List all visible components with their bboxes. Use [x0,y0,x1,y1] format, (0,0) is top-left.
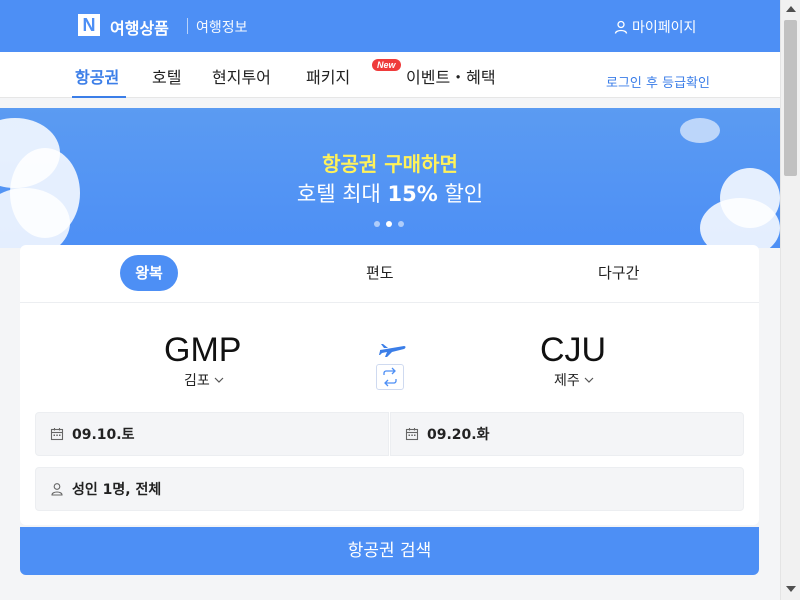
brand-title[interactable]: 여행상품 [110,15,169,39]
departure-date-field[interactable]: 09.10.토 [35,412,389,456]
departure-airport-code[interactable]: GMP [164,331,241,370]
banner-title: 항공권 구매하면 [322,152,458,176]
new-badge: New [372,59,401,71]
swap-route-button[interactable] [376,364,404,390]
carousel-dot-active[interactable] [386,221,392,227]
swap-icon [383,367,397,387]
carousel-dot[interactable] [374,221,380,227]
scroll-thumb[interactable] [784,20,797,176]
arrival-city-select[interactable]: 제주 [554,370,594,390]
login-grade-link[interactable]: 로그인 후 등급확인 [606,72,710,91]
tab-hotels[interactable]: 호텔 [152,64,181,88]
header-divider [187,18,188,34]
arrival-airport-code[interactable]: CJU [540,331,606,370]
banner-sub-highlight: 15% [387,182,438,206]
passengers-field[interactable]: 성인 1명, 전체 [35,467,744,511]
active-tab-indicator [72,96,126,98]
tab-multi-city[interactable]: 다구간 [598,262,639,283]
flight-search-card: 왕복 편도 다구간 GMP 김포 CJU 제주 09.10.토 09.20.화 … [20,245,759,525]
arrival-city-label: 제주 [554,373,580,389]
user-icon [614,20,628,34]
carousel-dots [374,221,404,227]
carousel-dot[interactable] [398,221,404,227]
naver-logo[interactable]: N [78,14,100,36]
page-scrollbar[interactable] [780,0,800,600]
flight-search-button[interactable]: 항공권 검색 [20,527,759,575]
departure-city-select[interactable]: 김포 [184,370,224,390]
cloud-decoration [680,118,720,143]
passengers-label: 성인 1명, 전체 [72,482,162,498]
return-date-label: 09.20.화 [427,427,490,443]
tab-packages[interactable]: 패키지 [306,64,350,88]
chevron-down-icon [584,377,594,383]
person-icon [51,483,63,496]
banner-sub-suffix: 할인 [437,182,484,206]
airplane-icon [379,344,406,357]
banner-subtitle: 호텔 최대 15% 할인 [0,178,780,208]
chevron-down-icon [214,377,224,383]
tab-round-trip[interactable]: 왕복 [120,255,178,291]
travel-info-link[interactable]: 여행정보 [196,17,248,37]
return-date-field[interactable]: 09.20.화 [390,412,744,456]
tab-flights[interactable]: 항공권 [75,64,119,88]
top-header: N 여행상품 여행정보 마이페이지 [0,0,780,52]
scroll-down-arrow[interactable] [786,586,796,592]
scroll-up-arrow[interactable] [786,6,796,12]
tab-local-tours[interactable]: 현지투어 [212,64,271,88]
calendar-icon [50,428,64,441]
departure-date-label: 09.10.토 [72,427,135,443]
tab-events-benefits[interactable]: 이벤트・혜택 [406,64,496,88]
banner-sub-prefix: 호텔 최대 [296,182,388,206]
departure-city-label: 김포 [184,373,210,389]
promo-banner[interactable]: 항공권 구매하면 호텔 최대 15% 할인 [0,108,780,248]
calendar-icon [405,428,419,441]
mypage-link[interactable]: 마이페이지 [614,17,696,37]
mypage-label: 마이페이지 [632,20,697,36]
tab-one-way[interactable]: 편도 [366,262,394,283]
trip-type-tabs: 왕복 편도 다구간 [20,245,759,303]
